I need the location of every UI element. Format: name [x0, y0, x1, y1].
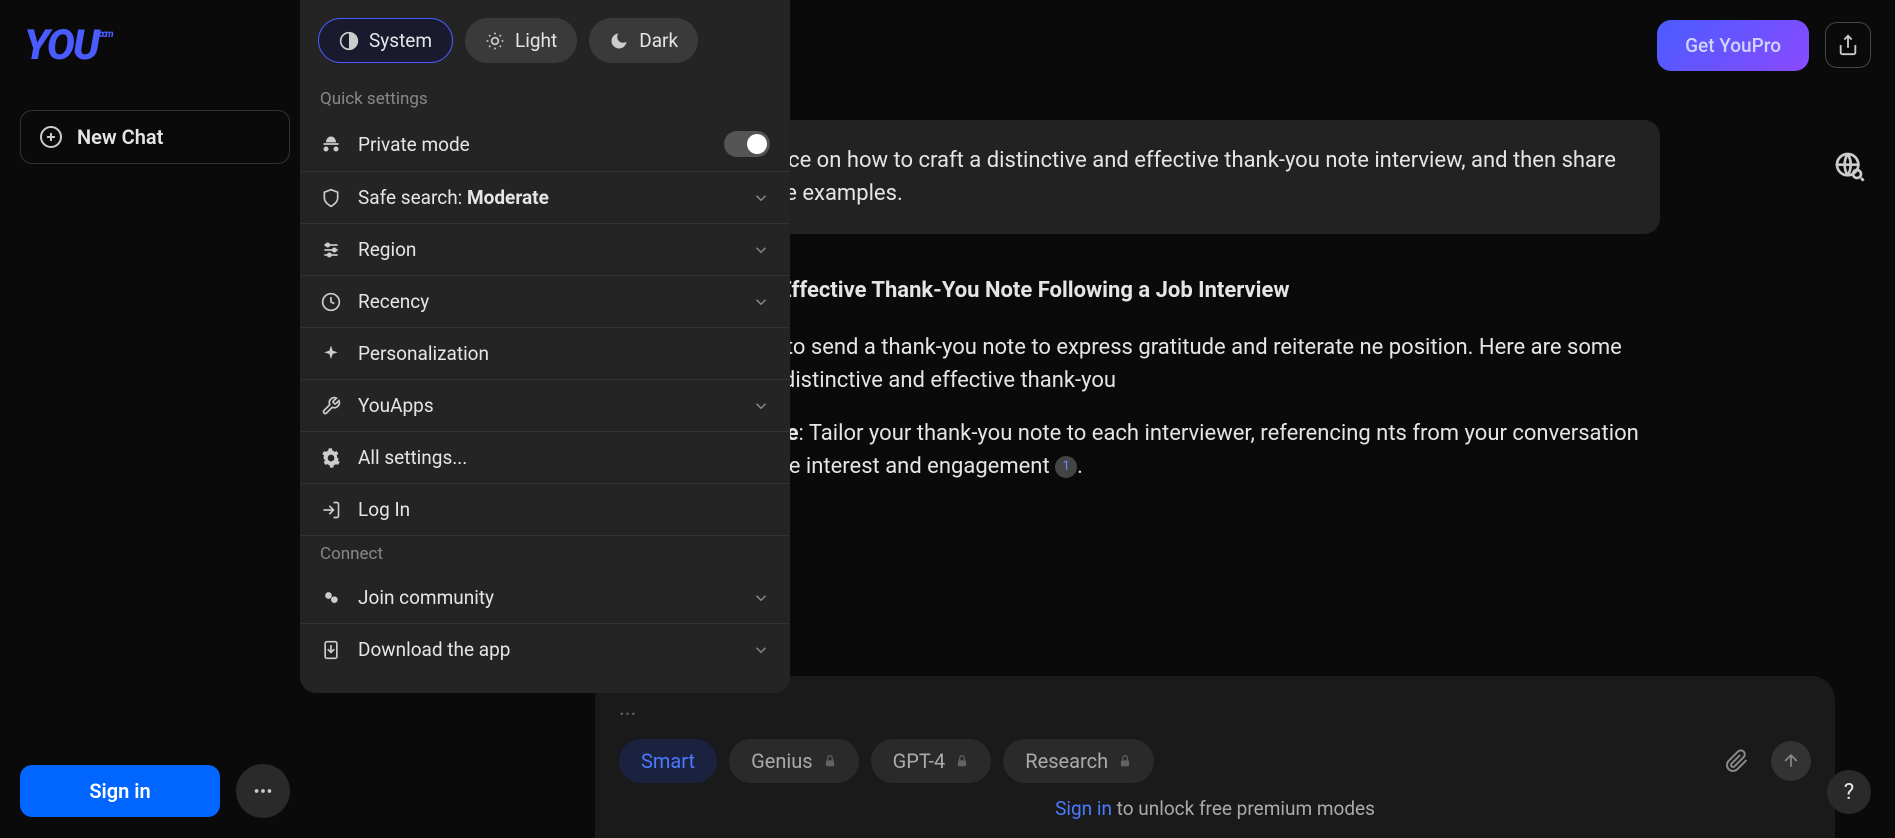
more-button[interactable] — [236, 764, 290, 818]
theme-selector: System Light Dark — [300, 18, 790, 81]
chevron-down-icon — [752, 589, 770, 607]
arrow-up-icon — [1781, 751, 1801, 771]
sliders-icon — [320, 240, 342, 260]
sidebar-bottom: Sign in — [20, 764, 290, 818]
mode-research-label: Research — [1025, 749, 1108, 773]
private-mode-label: Private mode — [358, 133, 708, 156]
lock-icon — [955, 754, 969, 768]
unlock-signin-link[interactable]: Sign in — [1055, 797, 1112, 820]
safe-search-item[interactable]: Safe search: Moderate — [300, 172, 790, 224]
sun-icon — [485, 31, 505, 51]
moon-icon — [609, 31, 629, 51]
message-input[interactable]: ... — [619, 696, 1811, 721]
header-right: Get YouPro — [1657, 20, 1871, 71]
chevron-down-icon — [752, 641, 770, 659]
plus-circle-icon — [39, 125, 63, 149]
more-horizontal-icon — [252, 780, 274, 802]
safe-search-label: Safe search: Moderate — [358, 186, 736, 209]
input-bar: ... Smart Genius GPT-4 Research Sign in … — [595, 676, 1835, 838]
all-settings-label: All settings... — [358, 446, 770, 469]
paperclip-icon — [1725, 749, 1749, 773]
list-item: e Your Message: Tailor your thank-you no… — [640, 417, 1660, 483]
mode-smart[interactable]: Smart — [619, 739, 717, 783]
unlock-row: Sign in to unlock free premium modes — [619, 797, 1811, 820]
theme-dark-label: Dark — [639, 29, 678, 52]
clock-icon — [320, 292, 342, 312]
theme-light-button[interactable]: Light — [465, 18, 577, 63]
attachment-button[interactable] — [1717, 741, 1757, 781]
sidebar: New Chat Sign in — [0, 90, 310, 838]
lock-icon — [1118, 754, 1132, 768]
send-button[interactable] — [1771, 741, 1811, 781]
chevron-down-icon — [752, 397, 770, 415]
incognito-icon — [320, 134, 342, 154]
theme-system-label: System — [369, 29, 432, 52]
recency-label: Recency — [358, 290, 736, 313]
private-mode-item[interactable]: Private mode — [300, 117, 790, 172]
login-icon — [320, 500, 342, 520]
mode-gpt4[interactable]: GPT-4 — [871, 739, 992, 783]
join-community-item[interactable]: Join community — [300, 572, 790, 624]
private-mode-toggle[interactable] — [724, 131, 770, 157]
chevron-down-icon — [752, 293, 770, 311]
theme-light-label: Light — [515, 29, 557, 52]
connect-label: Connect — [300, 536, 790, 572]
globe-search-icon — [1833, 150, 1865, 182]
join-community-label: Join community — [358, 586, 736, 609]
chevron-down-icon — [752, 189, 770, 207]
input-actions — [1717, 741, 1811, 781]
download-app-item[interactable]: Download the app — [300, 624, 790, 675]
settings-panel: System Light Dark Quick settings Private… — [300, 0, 790, 693]
help-button[interactable]: ? — [1827, 770, 1871, 814]
gear-icon — [320, 448, 342, 468]
globe-search-button[interactable] — [1833, 150, 1871, 188]
download-icon — [320, 640, 342, 660]
citation-badge[interactable]: 1 — [1055, 456, 1077, 478]
recency-item[interactable]: Recency — [300, 276, 790, 328]
youapps-label: YouApps — [358, 394, 736, 417]
region-item[interactable]: Region — [300, 224, 790, 276]
mode-gpt4-label: GPT-4 — [893, 749, 946, 773]
chevron-down-icon — [752, 241, 770, 259]
signin-button[interactable]: Sign in — [20, 765, 220, 817]
theme-dark-button[interactable]: Dark — [589, 18, 698, 63]
all-settings-item[interactable]: All settings... — [300, 432, 790, 484]
personalization-label: Personalization — [358, 342, 770, 365]
shield-icon — [320, 188, 342, 208]
mode-genius-label: Genius — [751, 749, 812, 773]
new-chat-label: New Chat — [77, 125, 163, 149]
quick-settings-label: Quick settings — [300, 81, 790, 117]
youapps-item[interactable]: YouApps — [300, 380, 790, 432]
logo-suffix: .com — [98, 29, 112, 40]
sparkles-icon — [320, 344, 342, 364]
mode-row: Smart Genius GPT-4 Research — [619, 739, 1811, 783]
login-item[interactable]: Log In — [300, 484, 790, 536]
response-list: e Your Message: Tailor your thank-you no… — [640, 417, 1660, 483]
login-label: Log In — [358, 498, 770, 521]
share-button[interactable] — [1825, 22, 1871, 68]
lock-icon — [823, 754, 837, 768]
system-icon — [339, 31, 359, 51]
download-app-label: Download the app — [358, 638, 736, 661]
logo-text: YOU — [24, 21, 98, 70]
community-icon — [320, 588, 342, 608]
theme-system-button[interactable]: System — [318, 18, 453, 63]
new-chat-button[interactable]: New Chat — [20, 110, 290, 164]
mode-genius[interactable]: Genius — [729, 739, 858, 783]
share-icon — [1837, 34, 1859, 56]
logo[interactable]: YOU.com — [24, 21, 112, 70]
tools-icon — [320, 396, 342, 416]
mode-research[interactable]: Research — [1003, 739, 1154, 783]
region-label: Region — [358, 238, 736, 261]
get-youpro-button[interactable]: Get YouPro — [1657, 20, 1809, 71]
personalization-item[interactable]: Personalization — [300, 328, 790, 380]
tip-period: . — [1077, 454, 1083, 479]
unlock-text: to unlock free premium modes — [1112, 797, 1375, 820]
header: YOU.com Get YouPro — [0, 0, 1895, 90]
